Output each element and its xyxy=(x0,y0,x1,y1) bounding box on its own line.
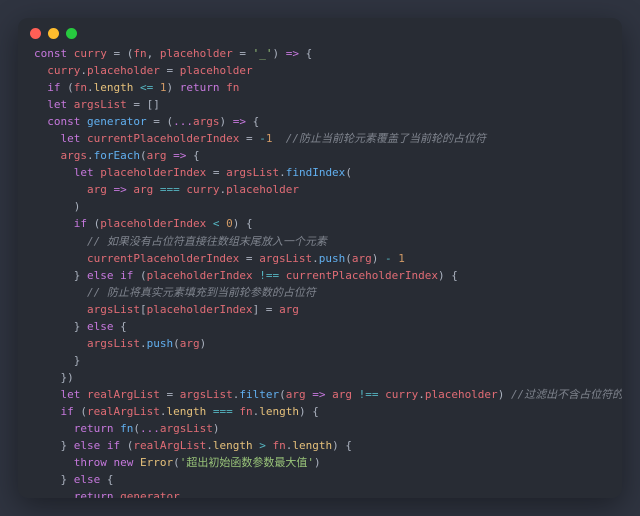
minimize-icon[interactable] xyxy=(48,28,59,39)
code-window: const curry = (fn, placeholder = '_') =>… xyxy=(18,18,622,498)
code-block: const curry = (fn, placeholder = '_') =>… xyxy=(18,39,622,498)
maximize-icon[interactable] xyxy=(66,28,77,39)
close-icon[interactable] xyxy=(30,28,41,39)
titlebar xyxy=(18,18,622,39)
